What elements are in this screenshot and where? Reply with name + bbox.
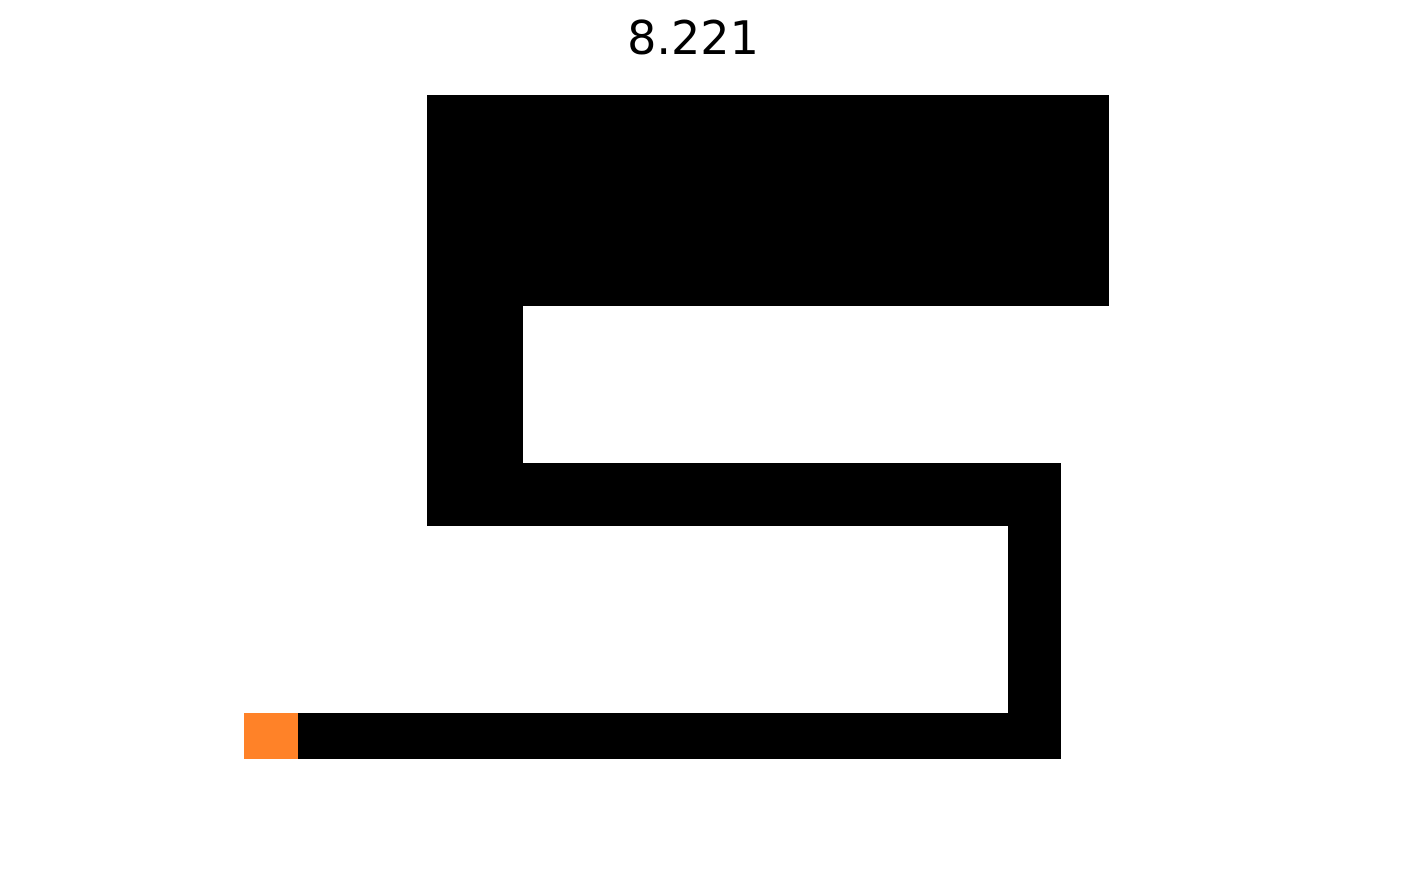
track-right-column bbox=[1008, 526, 1061, 759]
score-display: 8.221 bbox=[627, 11, 759, 65]
player-block[interactable] bbox=[244, 713, 298, 759]
track-left-column bbox=[427, 306, 523, 526]
track-top-slab bbox=[427, 95, 1109, 306]
track-bottom-bar bbox=[298, 713, 1008, 759]
track-middle-bar bbox=[523, 463, 1061, 526]
game-stage[interactable]: 8.221 bbox=[0, 0, 1401, 876]
